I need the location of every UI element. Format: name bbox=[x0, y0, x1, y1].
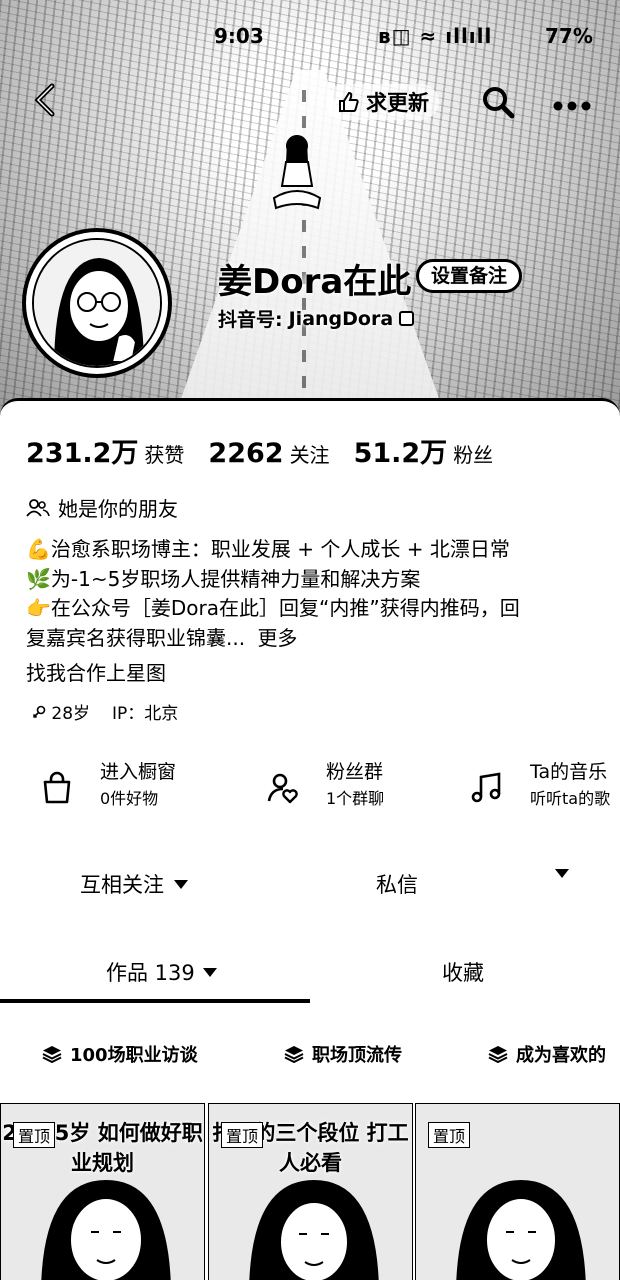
action-row: 互相关注 私信 bbox=[0, 869, 620, 905]
bio-line: 💪治愈系职场博主：职业发展 + 个人成长 + 北漂日常 bbox=[26, 537, 510, 561]
profile-stats: 231.2万 获赞 2262 关注 51.2万 粉丝 bbox=[26, 431, 517, 470]
cover-person-figure bbox=[272, 135, 322, 210]
stat-value: 2262 bbox=[208, 438, 284, 469]
avatar-portrait bbox=[34, 240, 160, 366]
video-grid: 25-35岁 如何做好职业规划 置顶 打工的三个段位 打工人必看 置顶 置顶 bbox=[0, 1103, 620, 1280]
pinned-badge: 置顶 bbox=[221, 1122, 264, 1148]
video-thumbnail-portrait bbox=[249, 1180, 379, 1280]
avatar[interactable] bbox=[22, 228, 172, 378]
bio-line: 复嘉宾名获得职业锦囊... bbox=[26, 625, 246, 650]
copy-icon[interactable] bbox=[399, 311, 415, 326]
nickname: 姜Dora在此 bbox=[218, 262, 412, 302]
collab-link[interactable]: 找我合作上星图 bbox=[26, 657, 166, 686]
search-icon bbox=[483, 87, 515, 119]
bio-line: 👉在公众号［姜Dora在此］回复“内推”获得内推码，回 bbox=[26, 596, 520, 620]
entry-subtitle: 0件好物 bbox=[100, 789, 159, 808]
music-note-icon bbox=[471, 772, 501, 803]
caret-down-icon bbox=[555, 869, 569, 878]
avatar-photo bbox=[32, 238, 162, 368]
bio[interactable]: 💪治愈系职场博主：职业发展 + 个人成长 + 北漂日常 🌿为-1~5岁职场人提供… bbox=[26, 535, 596, 653]
entry-title: 粉丝群 bbox=[326, 761, 384, 783]
profile-card: 231.2万 获赞 2262 关注 51.2万 粉丝 她是你的朋友 💪治愈系职场… bbox=[0, 398, 620, 1280]
mutual-follow-button[interactable]: 互相关注 bbox=[80, 869, 188, 899]
entry-title: 进入橱窗 bbox=[100, 761, 177, 783]
tab-favorites[interactable]: 收藏 bbox=[442, 957, 484, 987]
caret-down-icon bbox=[174, 879, 188, 889]
entry-subtitle: 1个群聊 bbox=[326, 789, 385, 808]
video-tile[interactable]: 打工的三个段位 打工人必看 置顶 bbox=[208, 1103, 413, 1280]
status-time: 9:03 bbox=[214, 24, 264, 48]
more-button[interactable] bbox=[552, 84, 592, 120]
battery-level: 77% bbox=[545, 24, 593, 48]
status-bar: 9:03 ʙ◫ ≈ ıllıll 77% bbox=[0, 0, 620, 70]
signal-icons: ʙ◫ ≈ ıllıll bbox=[378, 24, 493, 48]
set-remark-button[interactable]: 设置备注 bbox=[416, 259, 523, 293]
stat-label: 粉丝 bbox=[453, 443, 494, 467]
age-text: 28岁 bbox=[51, 704, 91, 724]
entry-fan-group[interactable]: 粉丝群 1个群聊 bbox=[266, 759, 384, 813]
ip-location: IP：北京 bbox=[112, 704, 179, 724]
message-button[interactable]: 私信 bbox=[376, 869, 418, 899]
tab-favorites-label: 收藏 bbox=[442, 961, 484, 985]
collection-label: 100场职业访谈 bbox=[70, 1045, 198, 1066]
account-id: JiangDora bbox=[288, 307, 394, 330]
tab-works[interactable]: 作品 139 bbox=[106, 957, 217, 987]
fan-group-icon bbox=[267, 773, 298, 804]
collection-chip[interactable]: 100场职业访谈 bbox=[42, 1041, 198, 1067]
stat-label: 获赞 bbox=[144, 443, 185, 467]
friend-text: 她是你的朋友 bbox=[58, 497, 178, 521]
stat-followers[interactable]: 51.2万 粉丝 bbox=[354, 431, 494, 470]
friend-indicator: 她是你的朋友 bbox=[26, 493, 178, 522]
stat-likes[interactable]: 231.2万 获赞 bbox=[26, 431, 184, 470]
profile-entries: 进入橱窗 0件好物 粉丝群 1个群聊 Ta的音乐 听听ta的歌 bbox=[0, 759, 620, 829]
profile-meta: 28岁 IP：北京 bbox=[32, 699, 178, 724]
pinned-badge: 置顶 bbox=[13, 1122, 56, 1148]
entry-subtitle: 听听ta的歌 bbox=[530, 789, 611, 808]
stat-following[interactable]: 2262 关注 bbox=[208, 438, 329, 469]
chevron-left-icon bbox=[34, 83, 55, 117]
collection-chip[interactable]: 成为喜欢的 bbox=[488, 1041, 606, 1067]
collection-chip[interactable]: 职场顶流传 bbox=[284, 1041, 402, 1067]
video-tile[interactable]: 置顶 bbox=[415, 1103, 620, 1280]
video-tile[interactable]: 25-35岁 如何做好职业规划 置顶 bbox=[0, 1103, 205, 1280]
mutual-follow-label: 互相关注 bbox=[80, 873, 164, 897]
content-tabs: 作品 139 收藏 bbox=[0, 957, 620, 1005]
request-update-label: 求更新 bbox=[366, 91, 429, 115]
entry-music[interactable]: Ta的音乐 听听ta的歌 bbox=[470, 759, 610, 813]
active-tab-indicator bbox=[0, 999, 310, 1003]
pinned-badge: 置顶 bbox=[428, 1122, 471, 1148]
thumb-icon bbox=[339, 91, 359, 112]
stack-icon bbox=[42, 1046, 62, 1063]
caret-down-icon bbox=[202, 967, 217, 977]
entry-title: Ta的音乐 bbox=[530, 761, 608, 783]
account-line: 抖音号: JiangDora bbox=[218, 305, 415, 332]
stat-value: 51.2万 bbox=[353, 438, 448, 469]
stat-label: 关注 bbox=[289, 443, 330, 467]
search-button[interactable] bbox=[480, 84, 516, 120]
shopping-bag-icon bbox=[43, 771, 71, 804]
request-update-button[interactable]: 求更新 bbox=[326, 84, 439, 120]
bio-line: 🌿为-1~5岁职场人提供精神力量和解决方案 bbox=[26, 566, 421, 591]
entry-shop-window[interactable]: 进入橱窗 0件好物 bbox=[40, 759, 176, 813]
female-icon bbox=[32, 705, 46, 719]
collection-label: 成为喜欢的 bbox=[516, 1045, 606, 1066]
stat-value: 231.2万 bbox=[26, 438, 139, 469]
top-bar: 求更新 bbox=[0, 78, 620, 126]
more-dots-icon bbox=[553, 101, 591, 111]
bio-line-last: 复嘉宾名获得职业锦囊... 更多 bbox=[26, 624, 596, 654]
back-button[interactable] bbox=[30, 82, 70, 122]
age-tag: 28岁 bbox=[32, 699, 90, 724]
collection-label: 职场顶流传 bbox=[312, 1045, 402, 1066]
friends-icon bbox=[26, 498, 50, 517]
stack-icon bbox=[488, 1046, 508, 1063]
collection-chips: 100场职业访谈 职场顶流传 成为喜欢的 bbox=[0, 1041, 620, 1071]
tab-works-label: 作品 139 bbox=[106, 961, 195, 985]
account-label: 抖音号: bbox=[218, 309, 283, 331]
message-label: 私信 bbox=[376, 873, 418, 897]
stack-icon bbox=[284, 1046, 304, 1063]
video-thumbnail-portrait bbox=[456, 1180, 586, 1280]
video-thumbnail-portrait bbox=[41, 1180, 171, 1280]
bio-more-link[interactable]: 更多 bbox=[257, 626, 297, 650]
more-actions-dropdown[interactable] bbox=[555, 869, 569, 878]
